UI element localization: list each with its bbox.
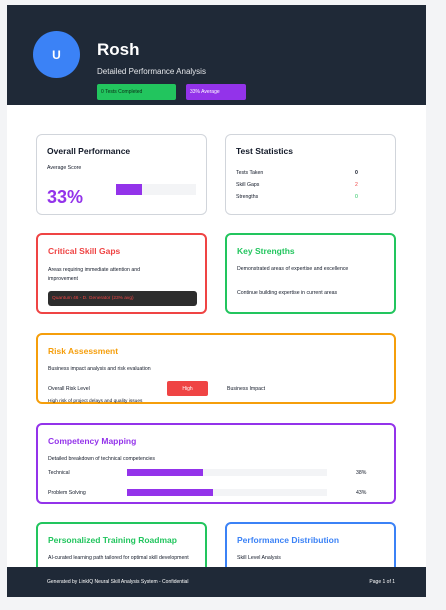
report-header: U Rosh Detailed Performance Analysis 0 T…: [7, 5, 426, 105]
business-impact-label: Business Impact: [227, 386, 266, 392]
competency-bar: [127, 489, 327, 496]
tests-completed-badge: 0 Tests Completed: [97, 84, 176, 100]
risk-note: High risk of project delays and quality …: [48, 399, 143, 404]
overall-risk-label: Overall Risk Level: [48, 386, 90, 392]
competency-bar: [127, 469, 327, 476]
performance-distribution-title: Performance Distribution: [237, 535, 340, 545]
risk-assessment-card: Risk Assessment Business impact analysis…: [36, 333, 396, 404]
stat-label: Tests Taken: [236, 170, 264, 176]
critical-skill-gaps-card: Critical Skill Gaps Areas requiring imme…: [36, 233, 207, 314]
risk-description: Business impact analysis and risk evalua…: [48, 366, 151, 372]
risk-assessment-title: Risk Assessment: [48, 346, 119, 356]
test-statistics-card: Test Statistics Tests Taken 0 Skill Gaps…: [225, 134, 396, 215]
overall-performance-card: Overall Performance Average Score 33%: [36, 134, 207, 215]
stat-value: 0: [355, 170, 358, 176]
critical-skill-gaps-title: Critical Skill Gaps: [48, 246, 121, 256]
overall-performance-title: Overall Performance: [47, 146, 131, 156]
competency-bar-fill: [127, 469, 203, 476]
competency-label: Technical: [48, 470, 70, 476]
competency-bar-fill: [127, 489, 213, 496]
competency-value: 43%: [356, 490, 367, 496]
competency-label: Problem Solving: [48, 490, 86, 496]
competency-value: 38%: [356, 470, 367, 476]
average-score-bar: [116, 184, 196, 195]
stat-label: Strengths: [236, 194, 259, 200]
footer-confidential-text: Generated by LinkIQ Neural Skill Analysi…: [47, 579, 189, 585]
skill-gaps-description: Areas requiring immediate attention and …: [48, 267, 140, 282]
stat-value: 2: [355, 182, 358, 188]
key-strengths-title: Key Strengths: [237, 246, 295, 256]
avatar: U: [33, 31, 80, 78]
report-footer: Generated by LinkIQ Neural Skill Analysi…: [7, 567, 426, 597]
candidate-name: Rosh: [97, 40, 140, 59]
competency-mapping-card: Competency Mapping Detailed breakdown of…: [36, 423, 396, 504]
report-page: U Rosh Detailed Performance Analysis 0 T…: [7, 5, 426, 597]
training-description: AI-curated learning path tailored for op…: [48, 555, 189, 561]
distribution-description: Skill Level Analysis: [237, 555, 281, 561]
stat-value: 0: [355, 194, 358, 200]
page-number: Page 1 of 1: [369, 579, 395, 585]
strengths-description: Demonstrated areas of expertise and exce…: [237, 266, 349, 272]
stat-label: Skill Gaps: [236, 182, 260, 188]
average-score-bar-fill: [116, 184, 143, 195]
risk-level-badge: High: [167, 381, 208, 396]
strengths-note: Continue building expertise in current a…: [237, 290, 338, 296]
test-statistics-title: Test Statistics: [236, 146, 294, 156]
key-strengths-card: Key Strengths Demonstrated areas of expe…: [225, 233, 396, 314]
average-score-label: Average Score: [47, 165, 82, 171]
average-badge: 33% Average: [186, 84, 246, 100]
competency-description: Detailed breakdown of technical competen…: [48, 456, 155, 462]
report-subtitle: Detailed Performance Analysis: [97, 67, 206, 76]
average-score-value: 33%: [47, 187, 84, 207]
competency-mapping-title: Competency Mapping: [48, 436, 137, 446]
skill-gap-item: Quantum 46 - D. Generator (23% avg): [48, 291, 197, 306]
training-roadmap-title: Personalized Training Roadmap: [48, 535, 177, 545]
